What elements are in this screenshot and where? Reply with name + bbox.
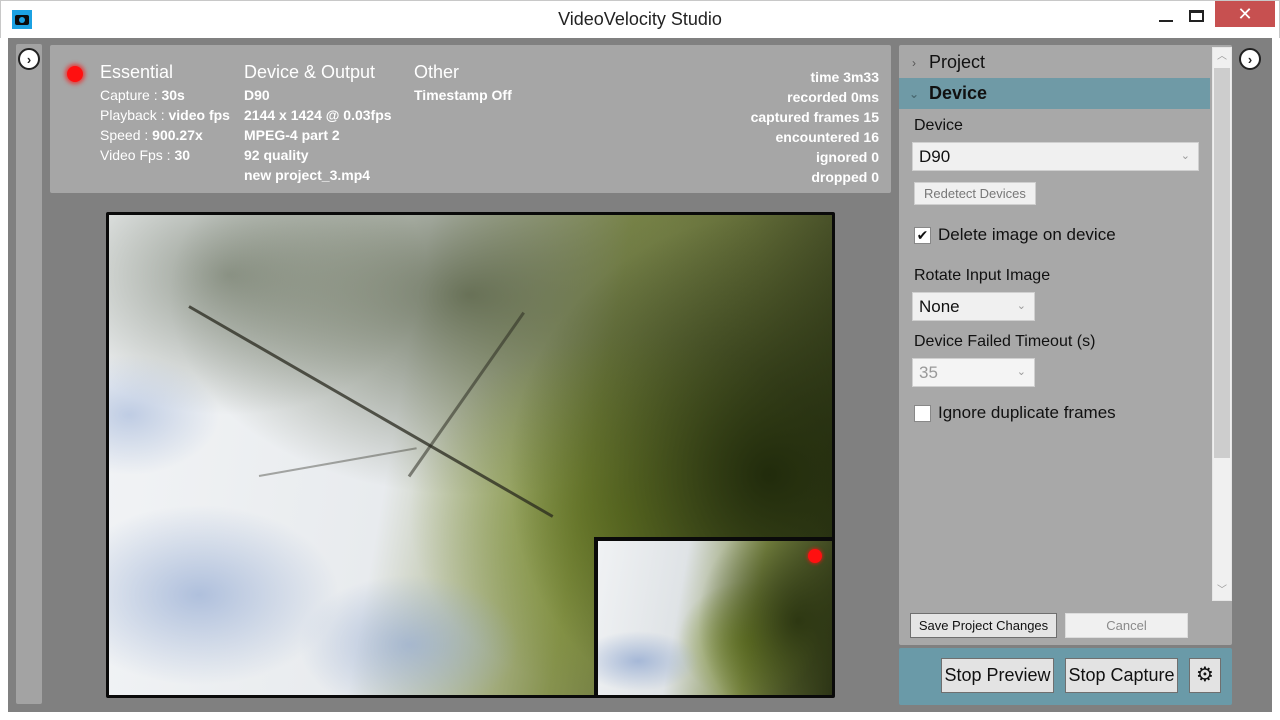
stat-captured-frames: captured frames 15 [750, 109, 879, 125]
close-icon: ✕ [1237, 3, 1253, 24]
other-heading: Other [414, 62, 460, 82]
settings-button[interactable]: ⚙ [1189, 658, 1221, 693]
minimize-icon [1159, 20, 1173, 22]
delete-image-checkbox-row[interactable]: ✔ Delete image on device [914, 225, 1116, 245]
action-bar: Stop Preview Stop Capture ⚙ [899, 648, 1232, 705]
stats-column: time 3m33 recorded 0ms captured frames 1… [751, 67, 879, 187]
rotate-input-select[interactable]: None ⌄ [912, 292, 1035, 321]
rotate-input-value: None [919, 297, 960, 316]
delete-image-label: Delete image on device [938, 225, 1116, 244]
device-name: D90 [244, 87, 270, 103]
live-preview-image [106, 212, 835, 698]
stat-time: time 3m33 [810, 69, 879, 85]
rotate-input-label: Rotate Input Image [914, 267, 1051, 284]
accordion-project-label: Project [929, 52, 986, 72]
capture-info-panel: Essential Capture : 30s Playback : video… [50, 45, 891, 193]
ignore-duplicates-checkbox[interactable] [914, 404, 931, 422]
title-bar: VideoVelocity Studio ✕ [0, 0, 1280, 38]
maximize-button[interactable] [1173, 1, 1219, 31]
chevron-right-icon: › [26, 51, 32, 67]
playback-label: Playback : [100, 107, 169, 123]
stop-preview-button[interactable]: Stop Preview [941, 658, 1054, 693]
redetect-devices-button[interactable]: Redetect Devices [914, 182, 1036, 205]
device-output-column: Device & Output D90 2144 x 1424 @ 0.03fp… [244, 61, 392, 185]
stat-dropped: dropped 0 [811, 169, 879, 185]
timeout-value: 35 [919, 363, 938, 382]
essential-column: Essential Capture : 30s Playback : video… [100, 61, 230, 165]
video-fps-value: 30 [174, 147, 191, 163]
accordion-device[interactable]: ⌄ Device [899, 78, 1210, 109]
timeout-select[interactable]: 35 ⌄ [912, 358, 1035, 387]
settings-panel: › Project ⌄ Device Device D90 ⌄ Redetect… [899, 45, 1232, 645]
resolution: 2144 x 1424 @ 0.03fps [244, 107, 392, 123]
main-area: › Essential Capture : 30s Playback : vid… [8, 38, 1272, 712]
essential-heading: Essential [100, 62, 174, 82]
accordion-device-label: Device [929, 83, 988, 103]
codec: MPEG-4 part 2 [244, 127, 340, 143]
stat-ignored: ignored 0 [815, 149, 879, 165]
scroll-up-icon[interactable]: ︿ [1213, 48, 1231, 66]
delete-image-checkbox[interactable]: ✔ [914, 226, 931, 244]
device-select-value: D90 [919, 147, 951, 166]
last-captured-frame-thumbnail [594, 537, 832, 695]
playback-value: video fps [168, 107, 230, 123]
stop-capture-button[interactable]: Stop Capture [1065, 658, 1178, 693]
timeout-label: Device Failed Timeout (s) [914, 333, 1096, 350]
device-field-label: Device [914, 117, 963, 134]
speed-label: Speed : [100, 127, 153, 143]
chevron-down-icon: ⌄ [1016, 366, 1026, 378]
tree-branch [407, 311, 525, 478]
settings-scrollbar[interactable]: ︿ ﹀ [1212, 47, 1232, 601]
stat-recorded: recorded 0ms [787, 89, 879, 105]
ignore-duplicates-label: Ignore duplicate frames [938, 403, 1116, 422]
video-fps-label: Video Fps : [100, 147, 175, 163]
expand-left-panel-button[interactable]: › [18, 48, 40, 70]
tree-branch [188, 305, 554, 518]
accordion-project[interactable]: › Project [899, 47, 1210, 78]
scrollbar-thumb[interactable] [1214, 68, 1230, 458]
close-button[interactable]: ✕ [1215, 1, 1275, 27]
tree-branch [258, 447, 417, 477]
video-fps-row: Video Fps : 30 [100, 145, 230, 165]
output-file: new project_3.mp4 [244, 167, 371, 183]
left-collapsed-panel [16, 44, 42, 704]
gear-icon: ⚙ [1196, 664, 1214, 686]
chevron-down-icon: ⌄ [1016, 300, 1026, 312]
chevron-right-icon: › [912, 55, 916, 70]
capture-value: 30s [161, 87, 185, 103]
capture-row: Capture : 30s [100, 85, 230, 105]
playback-row: Playback : video fps [100, 105, 230, 125]
chevron-down-icon: ⌄ [1180, 150, 1190, 162]
window-title: VideoVelocity Studio [558, 9, 722, 29]
save-project-changes-button[interactable]: Save Project Changes [910, 613, 1057, 638]
quality: 92 quality [244, 147, 309, 163]
recording-indicator-icon [67, 66, 83, 82]
cancel-button[interactable]: Cancel [1065, 613, 1188, 638]
device-select[interactable]: D90 ⌄ [912, 142, 1199, 171]
thumbnail-recording-indicator-icon [808, 549, 822, 563]
timestamp-status: Timestamp Off [414, 87, 512, 103]
ignore-duplicates-checkbox-row[interactable]: Ignore duplicate frames [914, 403, 1116, 423]
scroll-down-icon[interactable]: ﹀ [1213, 582, 1231, 600]
other-column: Other Timestamp Off [414, 61, 512, 105]
device-output-heading: Device & Output [244, 62, 376, 82]
stat-encountered: encountered 16 [775, 129, 879, 145]
expand-right-panel-button[interactable]: › [1239, 48, 1261, 70]
chevron-right-icon: › [1247, 51, 1253, 67]
maximize-icon [1188, 10, 1204, 22]
chevron-down-icon: ⌄ [908, 86, 920, 101]
speed-value: 900.27x [152, 127, 203, 143]
capture-label: Capture : [100, 87, 162, 103]
speed-row: Speed : 900.27x [100, 125, 230, 145]
